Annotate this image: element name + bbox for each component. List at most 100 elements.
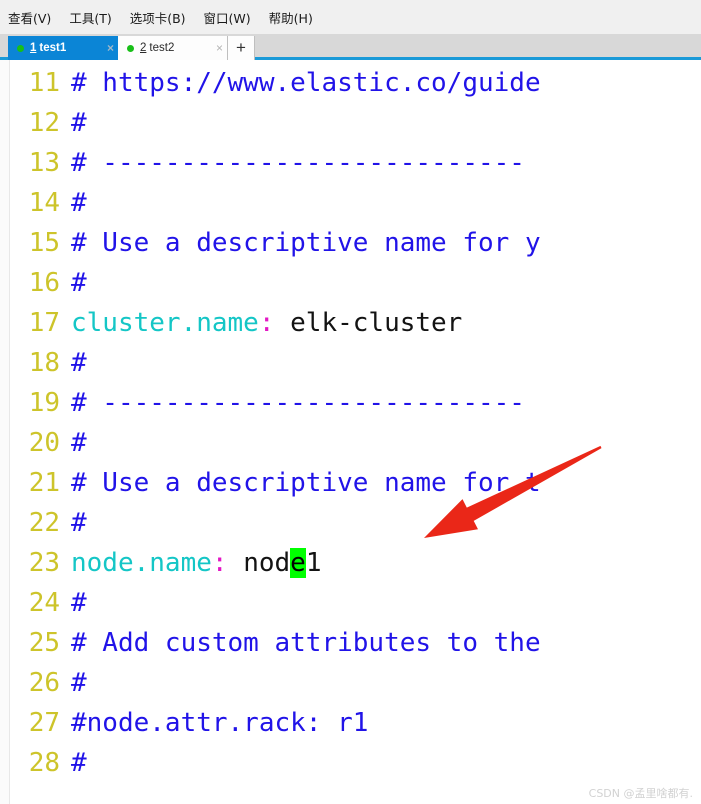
code-token: elk-cluster: [274, 308, 463, 338]
code-line[interactable]: 14 #: [9, 183, 701, 223]
line-number: 26: [28, 668, 60, 698]
code-token: :: [211, 548, 228, 578]
code-token: #: [71, 268, 87, 298]
tab-status-dot-icon: [17, 44, 24, 52]
code-line[interactable]: 27 #node.attr.rack: r1: [9, 703, 701, 743]
tab-status-dot-icon: [127, 44, 134, 52]
tab-bar: 1 test1 × 2 test2 × +: [0, 34, 701, 60]
code-line-text[interactable]: cluster.name: elk-cluster: [71, 303, 701, 343]
code-token: #: [71, 188, 87, 218]
menu-help[interactable]: 帮助(H): [265, 6, 321, 29]
code-token: node.name: [71, 548, 212, 578]
code-line[interactable]: 12 #: [9, 103, 701, 143]
code-line-text[interactable]: #: [71, 423, 701, 463]
tab-label: test1: [39, 42, 67, 54]
code-token: # ---------------------------: [71, 148, 525, 178]
line-number: 11: [28, 68, 60, 98]
menu-view[interactable]: 查看(V): [4, 6, 59, 29]
code-token: # ---------------------------: [71, 388, 525, 418]
tab-index: 1: [30, 42, 37, 54]
new-tab-button[interactable]: +: [228, 36, 255, 60]
line-number: 18: [28, 348, 60, 378]
code-line[interactable]: 17 cluster.name: elk-cluster: [9, 303, 701, 343]
code-line-text[interactable]: #: [71, 503, 701, 543]
code-line[interactable]: 24 #: [9, 583, 701, 623]
menu-bar: 查看(V) 工具(T) 选项卡(B) 窗口(W) 帮助(H): [0, 0, 701, 34]
line-number: 14: [28, 188, 60, 218]
menu-tools[interactable]: 工具(T): [65, 6, 119, 29]
code-line-text[interactable]: # Use a descriptive name for t: [71, 463, 701, 503]
menu-window[interactable]: 窗口(W): [200, 6, 259, 29]
code-token: cluster.name: [71, 308, 259, 338]
line-number: 25: [28, 628, 60, 658]
code-line-text[interactable]: # ---------------------------: [71, 143, 701, 183]
code-token: #: [71, 668, 87, 698]
code-line[interactable]: 28 #: [9, 743, 701, 783]
code-token: #: [71, 108, 87, 138]
code-line[interactable]: 23 node.name: node1: [9, 543, 701, 583]
code-token: #node.attr.rack: r1: [71, 708, 369, 738]
code-line-text[interactable]: #: [71, 183, 701, 223]
code-line-text[interactable]: #: [71, 263, 701, 303]
line-number: 17: [28, 308, 60, 338]
line-number: 19: [28, 388, 60, 418]
code-token: #: [71, 508, 87, 538]
code-line-text[interactable]: #: [71, 743, 701, 783]
code-token: :: [258, 308, 275, 338]
code-line[interactable]: 21 # Use a descriptive name for t: [9, 463, 701, 503]
line-number: 24: [28, 588, 60, 618]
code-line[interactable]: 26 #: [9, 663, 701, 703]
editor-window: 查看(V) 工具(T) 选项卡(B) 窗口(W) 帮助(H) 1 test1 ×…: [0, 0, 701, 804]
tab-close-icon[interactable]: ×: [97, 42, 114, 54]
code-line-text[interactable]: #: [71, 583, 701, 623]
code-token: #: [71, 748, 87, 778]
code-token: #: [71, 428, 87, 458]
tab-test1[interactable]: 1 test1 ×: [8, 36, 118, 60]
code-token: 1: [305, 548, 322, 578]
code-line[interactable]: 20 #: [9, 423, 701, 463]
line-number: 16: [28, 268, 60, 298]
line-number: 21: [28, 468, 60, 498]
code-token: # Use a descriptive name for y: [71, 228, 541, 258]
code-line-text[interactable]: # ---------------------------: [71, 383, 701, 423]
tab-test2[interactable]: 2 test2 ×: [118, 36, 228, 60]
code-line[interactable]: 16 #: [9, 263, 701, 303]
code-line-text[interactable]: #: [71, 343, 701, 383]
line-number: 20: [28, 428, 60, 458]
tab-close-icon[interactable]: ×: [206, 42, 223, 54]
line-number: 23: [28, 548, 60, 578]
code-token: nod: [227, 548, 291, 578]
code-line-text[interactable]: #node.attr.rack: r1: [71, 703, 701, 743]
watermark: CSDN @孟里啥都有.: [588, 787, 693, 800]
code-token: #: [71, 588, 87, 618]
code-text-area[interactable]: 11 # https://www.elastic.co/guide 12 #13 # -…: [9, 63, 701, 804]
code-line[interactable]: 18 #: [9, 343, 701, 383]
line-number: 12: [28, 108, 60, 138]
code-line[interactable]: 13 # ---------------------------: [9, 143, 701, 183]
code-line-text[interactable]: # Add custom attributes to the: [71, 623, 701, 663]
code-line-text[interactable]: # https://www.elastic.co/guide: [71, 63, 701, 103]
code-line-text[interactable]: #: [71, 663, 701, 703]
code-token: #: [71, 348, 87, 378]
selected-character: e: [290, 548, 306, 578]
line-number: 28: [28, 748, 60, 778]
line-number: 13: [28, 148, 60, 178]
line-number: 27: [28, 708, 60, 738]
code-token: # Add custom attributes to the: [71, 628, 541, 658]
code-editor[interactable]: 11 # https://www.elastic.co/guide 12 #13 # -…: [0, 60, 701, 804]
code-line[interactable]: 15 # Use a descriptive name for y: [9, 223, 701, 263]
menu-tabs[interactable]: 选项卡(B): [126, 6, 194, 29]
code-line[interactable]: 19 # ---------------------------: [9, 383, 701, 423]
code-token: # https://www.elastic.co/guide: [71, 68, 541, 98]
code-line-text[interactable]: #: [71, 103, 701, 143]
line-number: 22: [28, 508, 60, 538]
code-line[interactable]: 22 #: [9, 503, 701, 543]
code-token: # Use a descriptive name for t: [71, 468, 541, 498]
line-number: 15: [28, 228, 60, 258]
tab-index: 2: [140, 42, 147, 54]
tab-label: test2: [149, 42, 175, 54]
code-line-text[interactable]: # Use a descriptive name for y: [71, 223, 701, 263]
code-line-text[interactable]: node.name: node1: [71, 543, 701, 583]
code-line[interactable]: 11 # https://www.elastic.co/guide: [9, 63, 701, 103]
code-line[interactable]: 25 # Add custom attributes to the: [9, 623, 701, 663]
